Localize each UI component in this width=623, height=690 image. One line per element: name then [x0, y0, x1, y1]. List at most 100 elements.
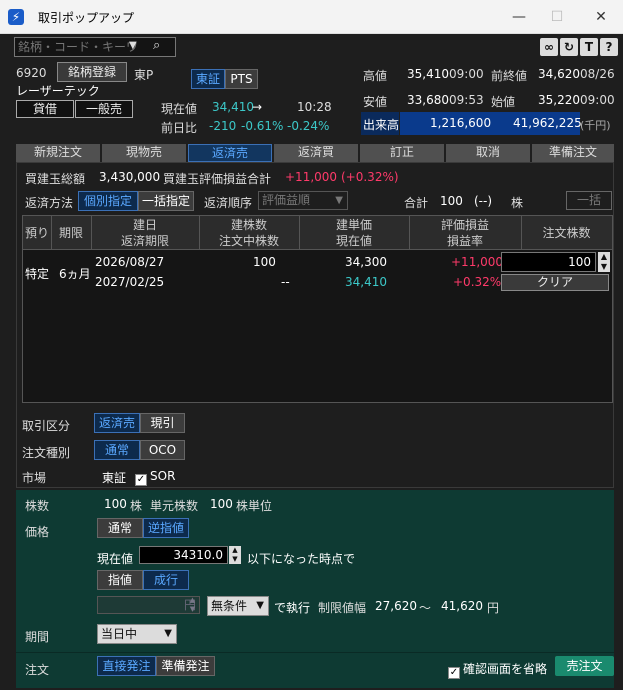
tab-cancel[interactable]: 取消: [446, 144, 530, 162]
close-icon[interactable]: ✕: [589, 6, 613, 28]
col-pl: 評価損益: [440, 218, 489, 232]
help-icon[interactable]: ?: [600, 38, 618, 56]
period-select[interactable]: 当日中 ▼: [97, 624, 177, 644]
col-term: 期限: [58, 226, 83, 240]
unit-qty: 100: [210, 497, 233, 511]
trigger-stepper[interactable]: ▲ ▼: [229, 546, 241, 564]
symbol-search[interactable]: ▼ ⌕: [14, 37, 176, 57]
market-label: 東P: [134, 68, 154, 82]
search-icon[interactable]: ⌕: [153, 38, 160, 53]
search-input[interactable]: [18, 40, 138, 54]
qty-unit: 株: [130, 499, 143, 513]
price-limit-unit: 円: [487, 601, 500, 615]
register-stock-button[interactable]: 銘柄登録: [57, 62, 127, 82]
turnover-unit: (千円): [580, 119, 611, 132]
check-icon: ✓: [448, 667, 460, 679]
volume-value: 1,216,600: [430, 116, 492, 130]
window-title: 取引ポップアップ: [38, 11, 135, 25]
clear-button[interactable]: クリア: [501, 274, 609, 291]
repay-order-select[interactable]: 評価益順 ▼: [258, 191, 348, 210]
current-price: 34,410: [212, 100, 254, 114]
col-date: 建日: [132, 218, 157, 232]
prev-close-date: 08/26: [580, 67, 615, 81]
stock-name: レーザーテック: [16, 84, 100, 98]
pl-total-label: 買建玉評価損益合計: [163, 172, 272, 186]
normal-order-button[interactable]: 通常: [94, 440, 140, 460]
bulk-button[interactable]: 一括: [566, 191, 612, 210]
col-due: 返済期限: [120, 234, 169, 248]
open-label: 始値: [491, 95, 516, 109]
open-time: 09:00: [580, 93, 615, 107]
bulk-select-button[interactable]: 一括指定: [138, 191, 194, 211]
repay-method-label: 返済方法: [25, 196, 74, 210]
condition-select[interactable]: 無条件 ▼: [207, 596, 269, 616]
period-label: 期間: [25, 630, 50, 644]
oco-order-button[interactable]: OCO: [140, 440, 185, 460]
market-form-label: 市場: [22, 471, 47, 485]
repay-sell-button[interactable]: 返済売: [94, 413, 140, 433]
link-icon[interactable]: ∞: [540, 38, 558, 56]
prev-close-label: 前終値: [491, 69, 528, 83]
change-percent: -0.61%: [241, 119, 284, 133]
qty-stepper[interactable]: ▲ ▼: [598, 252, 610, 272]
trigger-price-input[interactable]: 34310.0: [139, 546, 228, 564]
table-header: 預り 期限 建日 返済期限 建株数 注文中株数 建単価 現在値 評価損益 損益率…: [23, 216, 612, 250]
delivery-button[interactable]: 現引: [140, 413, 185, 433]
sum-ordering: (--): [474, 194, 493, 208]
sell-order-button[interactable]: 売注文: [555, 656, 614, 676]
row-ordering: --: [281, 275, 290, 289]
unit-unit: 株単位: [236, 499, 273, 513]
price-normal-button[interactable]: 通常: [97, 518, 143, 538]
sum-label: 合計: [404, 196, 429, 210]
tab-cash-sell[interactable]: 現物売: [102, 144, 186, 162]
total-label: 買建玉総額: [25, 172, 86, 186]
tab-modify[interactable]: 訂正: [360, 144, 444, 162]
market-order-button[interactable]: 成行: [143, 570, 189, 590]
limit-stepper[interactable]: ▲ ▼: [185, 596, 200, 614]
trade-type-label: 取引区分: [22, 419, 71, 433]
col-qty: 建株数: [230, 218, 267, 232]
high-value: 35,410: [407, 67, 449, 81]
direct-order-button[interactable]: 直接発注: [97, 656, 156, 676]
low-value: 33,680: [407, 93, 449, 107]
unit-label: 単元株数: [150, 499, 199, 513]
exchange-pts-button[interactable]: PTS: [225, 69, 258, 89]
tab-new-order[interactable]: 新規注文: [16, 144, 100, 162]
tab-repay-sell[interactable]: 返済売: [188, 144, 272, 162]
low-time: 09:53: [449, 93, 484, 107]
change-label: 前日比: [161, 121, 198, 135]
margin-tag: 貸借: [16, 100, 74, 118]
trigger-text: 以下になった時点で: [247, 552, 356, 566]
sum-value: 100: [440, 194, 463, 208]
minimize-icon[interactable]: —: [507, 6, 531, 28]
qty-value: 100: [104, 497, 127, 511]
tab-repay-buy[interactable]: 返済買: [274, 144, 358, 162]
skip-confirm-checkbox[interactable]: ✓ 確認画面を省略: [448, 660, 547, 679]
font-size-icon[interactable]: T: [580, 38, 598, 56]
chevron-down-icon[interactable]: ▼: [129, 40, 137, 51]
row-qty: 100: [253, 255, 276, 269]
maximize-icon[interactable]: ☐: [545, 6, 569, 28]
current-time: 10:28: [297, 100, 332, 114]
refresh-icon[interactable]: ↻: [560, 38, 578, 56]
tab-prepare-order[interactable]: 準備注文: [532, 144, 614, 162]
price-limit-label: 制限値幅: [318, 601, 367, 615]
order-qty-input[interactable]: 100: [501, 252, 596, 272]
exchange-tse-button[interactable]: 東証: [191, 69, 225, 89]
individual-select-button[interactable]: 個別指定: [78, 191, 138, 211]
prepare-order-button[interactable]: 準備発注: [156, 656, 215, 676]
table-row[interactable]: 特定 6ヵ月 2026/08/27 2027/02/25 100 -- 34,3…: [23, 251, 612, 293]
limit-order-button[interactable]: 指値: [97, 570, 143, 590]
row-account: 特定: [25, 267, 50, 281]
stop-order-button[interactable]: 逆指値: [143, 518, 189, 538]
check-icon: ✓: [135, 474, 147, 486]
price-limit-low: 27,620: [375, 599, 417, 613]
pl-total-value: +11,000: [285, 170, 338, 184]
row-current: 34,410: [345, 275, 387, 289]
high-time: 09:00: [449, 67, 484, 81]
open-value: 35,220: [538, 93, 580, 107]
sor-checkbox[interactable]: ✓ SOR: [135, 469, 175, 486]
prev-close-value: 34,620: [538, 67, 580, 81]
high-label: 高値: [363, 69, 388, 83]
sum-unit: 株: [511, 196, 524, 210]
